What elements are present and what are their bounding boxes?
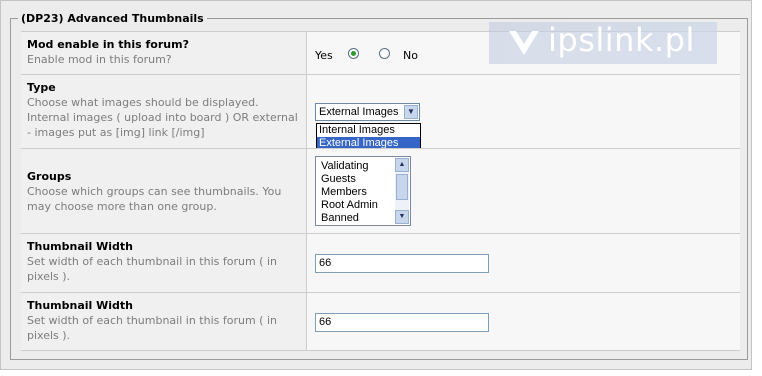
- setting-label-cell: Mod enable in this forum? Enable mod in …: [21, 32, 307, 74]
- groups-option[interactable]: Members: [321, 186, 367, 199]
- type-select[interactable]: External Images ▼: [315, 103, 420, 121]
- chevron-up-icon[interactable]: ▲: [395, 158, 409, 172]
- type-option-internal[interactable]: Internal Images: [317, 124, 420, 137]
- chevron-down-icon[interactable]: ▼: [395, 210, 409, 224]
- yes-label: Yes: [315, 49, 333, 62]
- type-select-value: External Images: [319, 106, 399, 118]
- setting-control-cell: 66: [307, 234, 740, 292]
- setting-label-cell: Type Choose what images should be displa…: [21, 75, 307, 148]
- type-dropdown-list: Internal Images External Images: [316, 123, 421, 151]
- setting-description: Choose which groups can see thumbnails. …: [27, 185, 282, 213]
- setting-description: Enable mod in this forum?: [27, 53, 172, 66]
- setting-title: Mod enable in this forum?: [27, 38, 189, 51]
- setting-row-thumbnail-width: Thumbnail Width Set width of each thumbn…: [21, 233, 740, 292]
- groups-listbox[interactable]: Validating Guests Members Root Admin Ban…: [315, 156, 411, 226]
- no-radio[interactable]: [379, 48, 390, 59]
- setting-control-cell: Validating Guests Members Root Admin Ban…: [307, 149, 740, 233]
- setting-title: Groups: [27, 170, 72, 183]
- setting-control-cell: 66: [307, 293, 740, 350]
- scrollbar-thumb[interactable]: [396, 174, 408, 200]
- no-label: No: [403, 49, 418, 62]
- thumbnail-width-input[interactable]: 66: [315, 313, 489, 332]
- groups-option[interactable]: Root Admin: [321, 199, 378, 212]
- chevron-down-icon[interactable]: ▼: [404, 105, 418, 119]
- setting-title: Thumbnail Width: [27, 240, 133, 253]
- setting-control-cell: External Images ▼ Internal Images Extern…: [307, 75, 740, 151]
- setting-title: Type: [27, 81, 56, 94]
- groups-option[interactable]: Guests: [321, 173, 356, 186]
- groups-option[interactable]: Validating: [321, 160, 369, 173]
- setting-label-cell: Thumbnail Width Set width of each thumbn…: [21, 293, 307, 350]
- yes-radio[interactable]: [348, 48, 359, 59]
- groups-scrollbar[interactable]: ▲ ▼: [395, 158, 409, 224]
- watermark-text: ipslink.pl: [548, 21, 695, 59]
- setting-description: Set width of each thumbnail in this foru…: [27, 255, 277, 283]
- setting-title: Thumbnail Width: [27, 299, 133, 312]
- setting-row-type: Type Choose what images should be displa…: [21, 74, 740, 151]
- setting-label-cell: Groups Choose which groups can see thumb…: [21, 149, 307, 233]
- section-title: (DP23) Advanced Thumbnails: [18, 12, 207, 26]
- ipslink-logo-icon: [509, 31, 539, 55]
- setting-description: Choose what images should be displayed. …: [27, 96, 298, 139]
- setting-row-groups: Groups Choose which groups can see thumb…: [21, 148, 740, 233]
- setting-label-cell: Thumbnail Width Set width of each thumbn…: [21, 234, 307, 292]
- thumbnail-width-input[interactable]: 66: [315, 254, 489, 273]
- setting-description: Set width of each thumbnail in this foru…: [27, 314, 277, 342]
- setting-row-thumbnail-width-2: Thumbnail Width Set width of each thumbn…: [21, 292, 740, 351]
- groups-option[interactable]: Banned: [321, 212, 359, 225]
